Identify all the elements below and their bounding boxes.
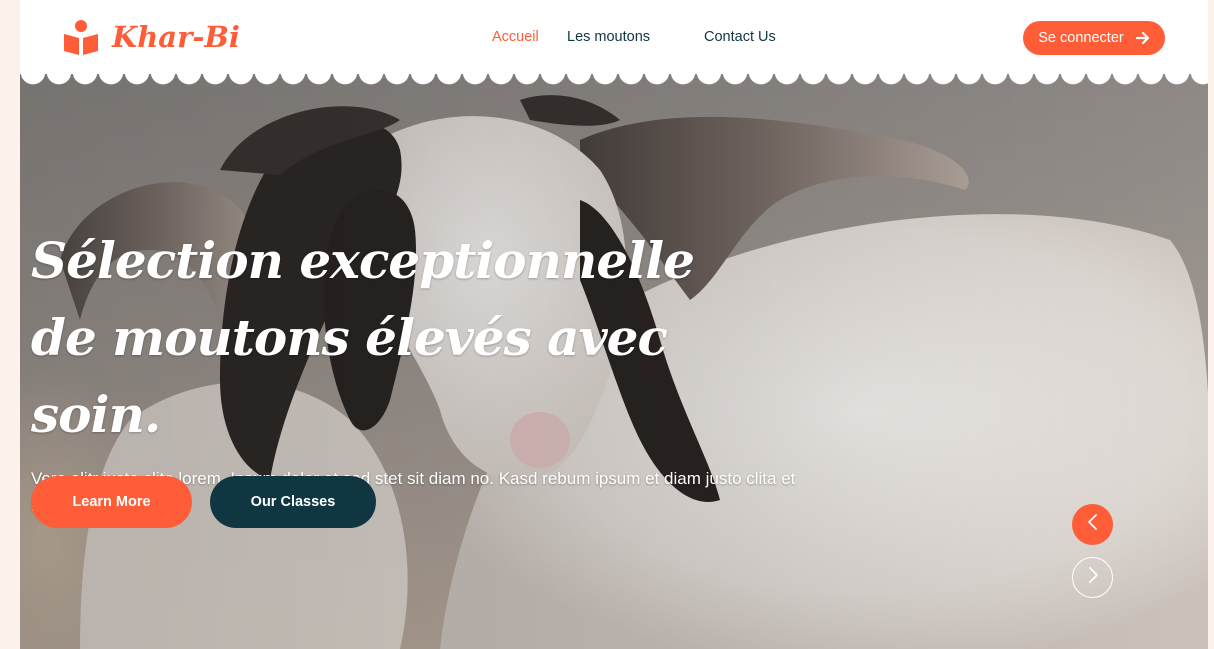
our-classes-button[interactable]: Our Classes — [210, 476, 376, 528]
book-reader-icon — [62, 18, 100, 56]
nav-item-accueil[interactable]: Accueil — [492, 29, 539, 45]
chevron-left-icon — [1086, 513, 1100, 536]
learn-more-button[interactable]: Learn More — [31, 476, 192, 528]
carousel-next-button[interactable] — [1072, 557, 1113, 598]
hero-buttons: Learn More Our Classes — [31, 476, 376, 528]
login-label: Se connecter — [1038, 30, 1124, 46]
nav-item-contact-us[interactable]: Contact Us — [704, 29, 776, 45]
brand-logo[interactable]: Khar-Bi — [62, 18, 240, 56]
hero-content: Sélection exceptionnelle de moutons élev… — [31, 222, 821, 519]
carousel-prev-button[interactable] — [1072, 504, 1113, 545]
hero-title: Sélection exceptionnelle de moutons élev… — [31, 231, 695, 444]
brand-name: Khar-Bi — [112, 20, 240, 54]
navbar: Khar-Bi Accueil Les moutons Contact Us S… — [20, 0, 1208, 74]
arrow-right-icon — [1135, 31, 1150, 45]
login-button[interactable]: Se connecter — [1023, 21, 1165, 55]
page-frame: Khar-Bi Accueil Les moutons Contact Us S… — [20, 0, 1208, 649]
nav-item-les-moutons[interactable]: Les moutons — [567, 29, 650, 45]
chevron-right-icon — [1086, 566, 1100, 589]
